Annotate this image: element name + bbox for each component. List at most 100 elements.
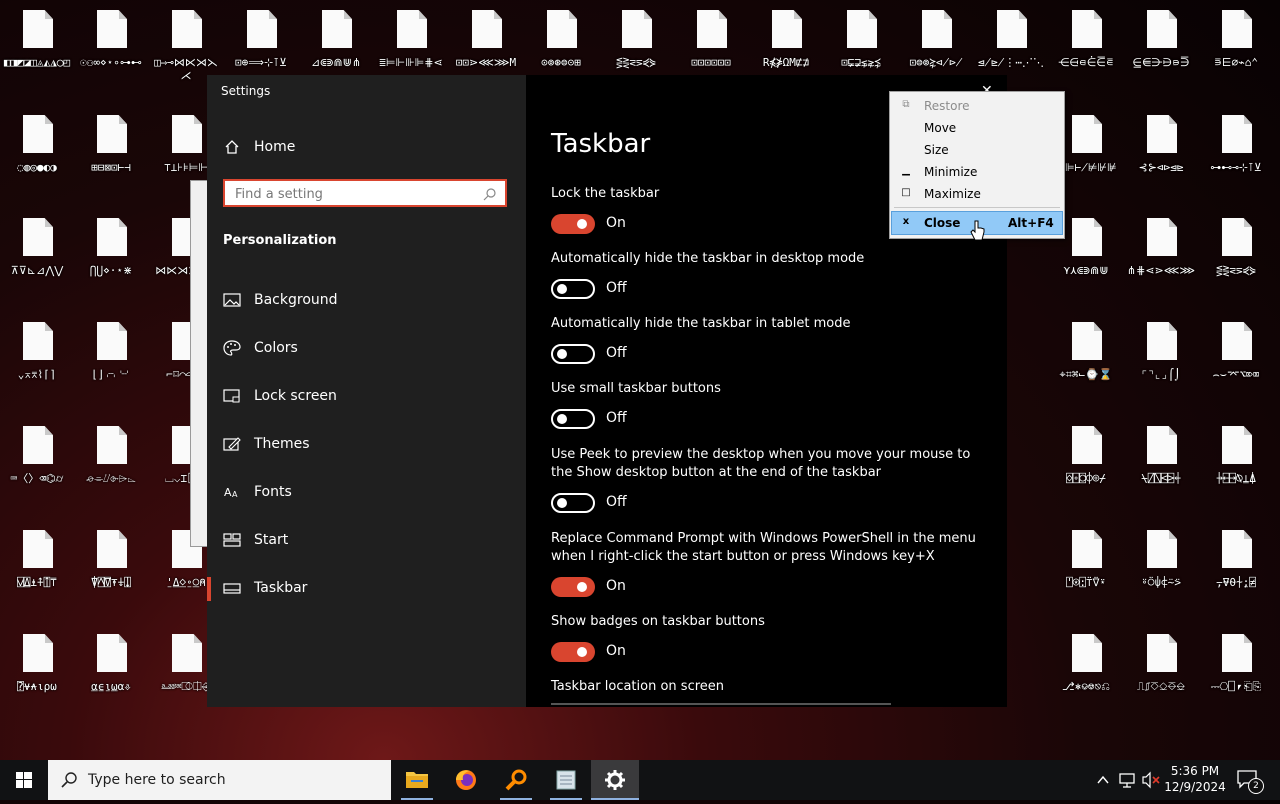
file-icon	[1072, 322, 1102, 360]
desktop-file-label: ⎇⎈⎉⎊⎋⎌	[1062, 680, 1110, 693]
menu-item-move[interactable]: Move	[892, 117, 1062, 139]
desktop-file-label: ⋾⋿⌀⌁⌂⌃	[1214, 56, 1258, 69]
desktop-file-icon[interactable]: ⎓⎔⎕⎖⎗⎘	[1200, 632, 1272, 722]
search-input[interactable]	[233, 183, 477, 205]
desktop-file-icon[interactable]: ⋂⋃⋄⋅⋆⋇	[75, 216, 147, 306]
sidebar-item-start[interactable]: Start	[207, 523, 526, 557]
setting-label: Replace Command Prompt with Windows Powe…	[551, 531, 976, 564]
desktop-file-icon[interactable]: ⊼⊽⊾⊿⋀⋁	[1, 216, 73, 306]
desktop-file-icon[interactable]: ⎍⎎⎏⎐⎑⎒	[1125, 632, 1197, 722]
toggle-state: On	[606, 215, 626, 231]
file-icon	[1222, 10, 1252, 48]
desktop-file-icon[interactable]: ⌨〈〉⌫⌬⌭	[1, 424, 73, 514]
desktop-file-icon[interactable]: ⊶⊷⊸⊹⊺⊻	[1200, 113, 1272, 203]
sidebar-item-colors[interactable]: Colors	[207, 331, 526, 365]
sidebar-item-lock-screen[interactable]: Lock screen	[207, 379, 526, 413]
desktop-file-icon[interactable]: ⎇⎈⎉⎊⎋⎌	[1050, 632, 1122, 722]
start-button[interactable]	[0, 760, 48, 800]
toggle-badges[interactable]	[551, 642, 595, 662]
notepad-button[interactable]	[542, 760, 590, 800]
file-icon	[622, 10, 652, 48]
search-app-button[interactable]	[492, 760, 540, 800]
file-icon	[997, 10, 1027, 48]
desktop-file-icon[interactable]: ⍒⍓⍔⍕⍖⍗	[75, 528, 147, 618]
desktop-file-icon[interactable]: ⌖⌗⌘⌙⌚⌛	[1050, 320, 1122, 410]
file-explorer-button[interactable]	[393, 760, 441, 800]
palette-icon	[223, 340, 241, 356]
desktop-file-icon[interactable]: ⋲⋳⋴⋵⋶⋷	[1050, 8, 1122, 98]
desktop-file-label: ⌜⌝⌞⌟⌠⌡	[1141, 368, 1181, 381]
desktop-file-label: ⎍⎎⎏⎐⎑⎒	[1137, 680, 1185, 693]
toggle-small-buttons[interactable]	[551, 409, 595, 429]
settings-app-button[interactable]	[591, 760, 639, 800]
taskbar: Type here to search 5:36 PM 12/9/2024 2	[0, 760, 1280, 800]
desktop-file-icon[interactable]: ⍤⍥⍦⍧⍨⍩	[1125, 528, 1197, 618]
desktop-file-label: ⌨〈〉⌫⌬⌭	[10, 472, 64, 485]
desktop-file-icon[interactable]: ☉⚇∞⋄⋆∘⊶⊷	[75, 8, 147, 98]
taskbar-clock[interactable]: 5:36 PM 12/9/2024	[1163, 763, 1227, 795]
sidebar-item-label: Themes	[254, 436, 310, 452]
sidebar-item-fonts[interactable]: AA Fonts	[207, 475, 526, 509]
menu-item-restore[interactable]: ⧉ Restore	[892, 95, 1062, 117]
desktop-file-label: ⍪⍫⍬⍭⍮⍯	[1216, 576, 1256, 589]
desktop-file-icon[interactable]: ⌄⌅⌆⌇⌈⌉	[1, 320, 73, 410]
desktop-file-icon[interactable]: ⍪⍫⍬⍭⍮⍯	[1200, 528, 1272, 618]
toggle-peek[interactable]	[551, 493, 595, 513]
sidebar-item-taskbar[interactable]: Taskbar	[207, 571, 526, 605]
desktop-file-icon[interactable]: ⌜⌝⌞⌟⌠⌡	[1125, 320, 1197, 410]
menu-item-minimize[interactable]: ▁ Minimize	[892, 161, 1062, 183]
desktop-file-label: ⌺⌻⌼⌽⌾⌿	[1066, 472, 1106, 485]
desktop-file-icon[interactable]: ⌺⌻⌼⌽⌾⌿	[1050, 424, 1122, 514]
home-icon	[225, 140, 239, 154]
nav-home[interactable]: Home	[207, 133, 526, 163]
desktop-file-icon[interactable]: ⋾⋿⌀⌁⌂⌃	[1200, 8, 1272, 98]
desktop-file-icon[interactable]: ⍌⍍⍎⍏⍐⍑	[1, 528, 73, 618]
desktop-file-icon[interactable]: ⋔⋕⋖⋗⋘⋙	[1125, 216, 1197, 306]
firefox-button[interactable]	[442, 760, 490, 800]
toggle-lock-taskbar[interactable]	[551, 214, 595, 234]
toggle-autohide-tablet[interactable]	[551, 344, 595, 364]
file-icon	[1072, 634, 1102, 672]
lock-screen-icon	[223, 389, 240, 403]
file-icon	[172, 115, 202, 153]
desktop-file-icon[interactable]: ⌮⌯⌰⌱⌲⌳	[75, 424, 147, 514]
desktop-file-icon[interactable]: ⍆⍇⍈⍉⍊⍋	[1200, 424, 1272, 514]
file-icon	[23, 115, 53, 153]
desktop-file-icon[interactable]: ⍀⍁⍂⍃⍄⍅	[1125, 424, 1197, 514]
desktop-file-icon[interactable]: ⍰⍱⍲⍳⍴⍵	[1, 632, 73, 722]
desktop-file-icon[interactable]: ⋸⋹⋺⋻⋼⋽	[1125, 8, 1197, 98]
network-button[interactable]	[1116, 760, 1138, 800]
file-icon	[1222, 530, 1252, 568]
menu-item-size[interactable]: Size	[892, 139, 1062, 161]
location-dropdown[interactable]	[551, 703, 891, 705]
file-icon	[1147, 322, 1177, 360]
settings-search[interactable]	[223, 179, 507, 207]
taskbar-search-box[interactable]: Type here to search	[48, 760, 391, 800]
desktop-file-icon[interactable]: ⊰⊱⊲⊳⊴⊵	[1125, 113, 1197, 203]
desktop-file-icon[interactable]: ⌊⌋⌌⌍⌎⌏	[75, 320, 147, 410]
action-center-button[interactable]: 2	[1236, 768, 1264, 794]
desktop-file-icon[interactable]: ⌢⌣⌤⌥⌦⌧	[1200, 320, 1272, 410]
menu-item-maximize[interactable]: □ Maximize	[892, 183, 1062, 205]
desktop-file-icon[interactable]: ⋚⋛⋜⋝⋞⋟	[1200, 216, 1272, 306]
show-hidden-icons-button[interactable]	[1092, 760, 1114, 800]
volume-button[interactable]	[1140, 760, 1162, 800]
menu-item-label: Restore	[924, 99, 970, 113]
file-icon	[847, 10, 877, 48]
desktop-file-icon[interactable]: ◌◍◎●◐◑	[1, 113, 73, 203]
search-icon[interactable]	[483, 187, 497, 201]
desktop-file-label: ☉⚇∞⋄⋆∘⊶⊷	[80, 56, 142, 69]
desktop-file-icon[interactable]: ⊞⊟⊠⊡⊢⊣	[75, 113, 147, 203]
toggle-knob	[557, 349, 567, 359]
clock-date: 12/9/2024	[1164, 780, 1226, 794]
toggle-autohide-desktop[interactable]	[551, 279, 595, 299]
desktop-file-label: ⌄⌅⌆⌇⌈⌉	[17, 368, 57, 381]
sidebar-item-background[interactable]: Background	[207, 283, 526, 317]
sidebar-item-themes[interactable]: Themes	[207, 427, 526, 461]
clock-time: 5:36 PM	[1170, 764, 1220, 778]
desktop-file-icon[interactable]: ⍞⍟⍠⍡⍢⍣	[1050, 528, 1122, 618]
file-icon	[1222, 218, 1252, 256]
desktop-file-icon[interactable]: ⍶⍷⍸⍹⍺⎀	[75, 632, 147, 722]
toggle-powershell[interactable]	[551, 577, 595, 597]
desktop-file-icon[interactable]: ◧◨◩◪◫◬◭◮◯◰	[1, 8, 73, 98]
